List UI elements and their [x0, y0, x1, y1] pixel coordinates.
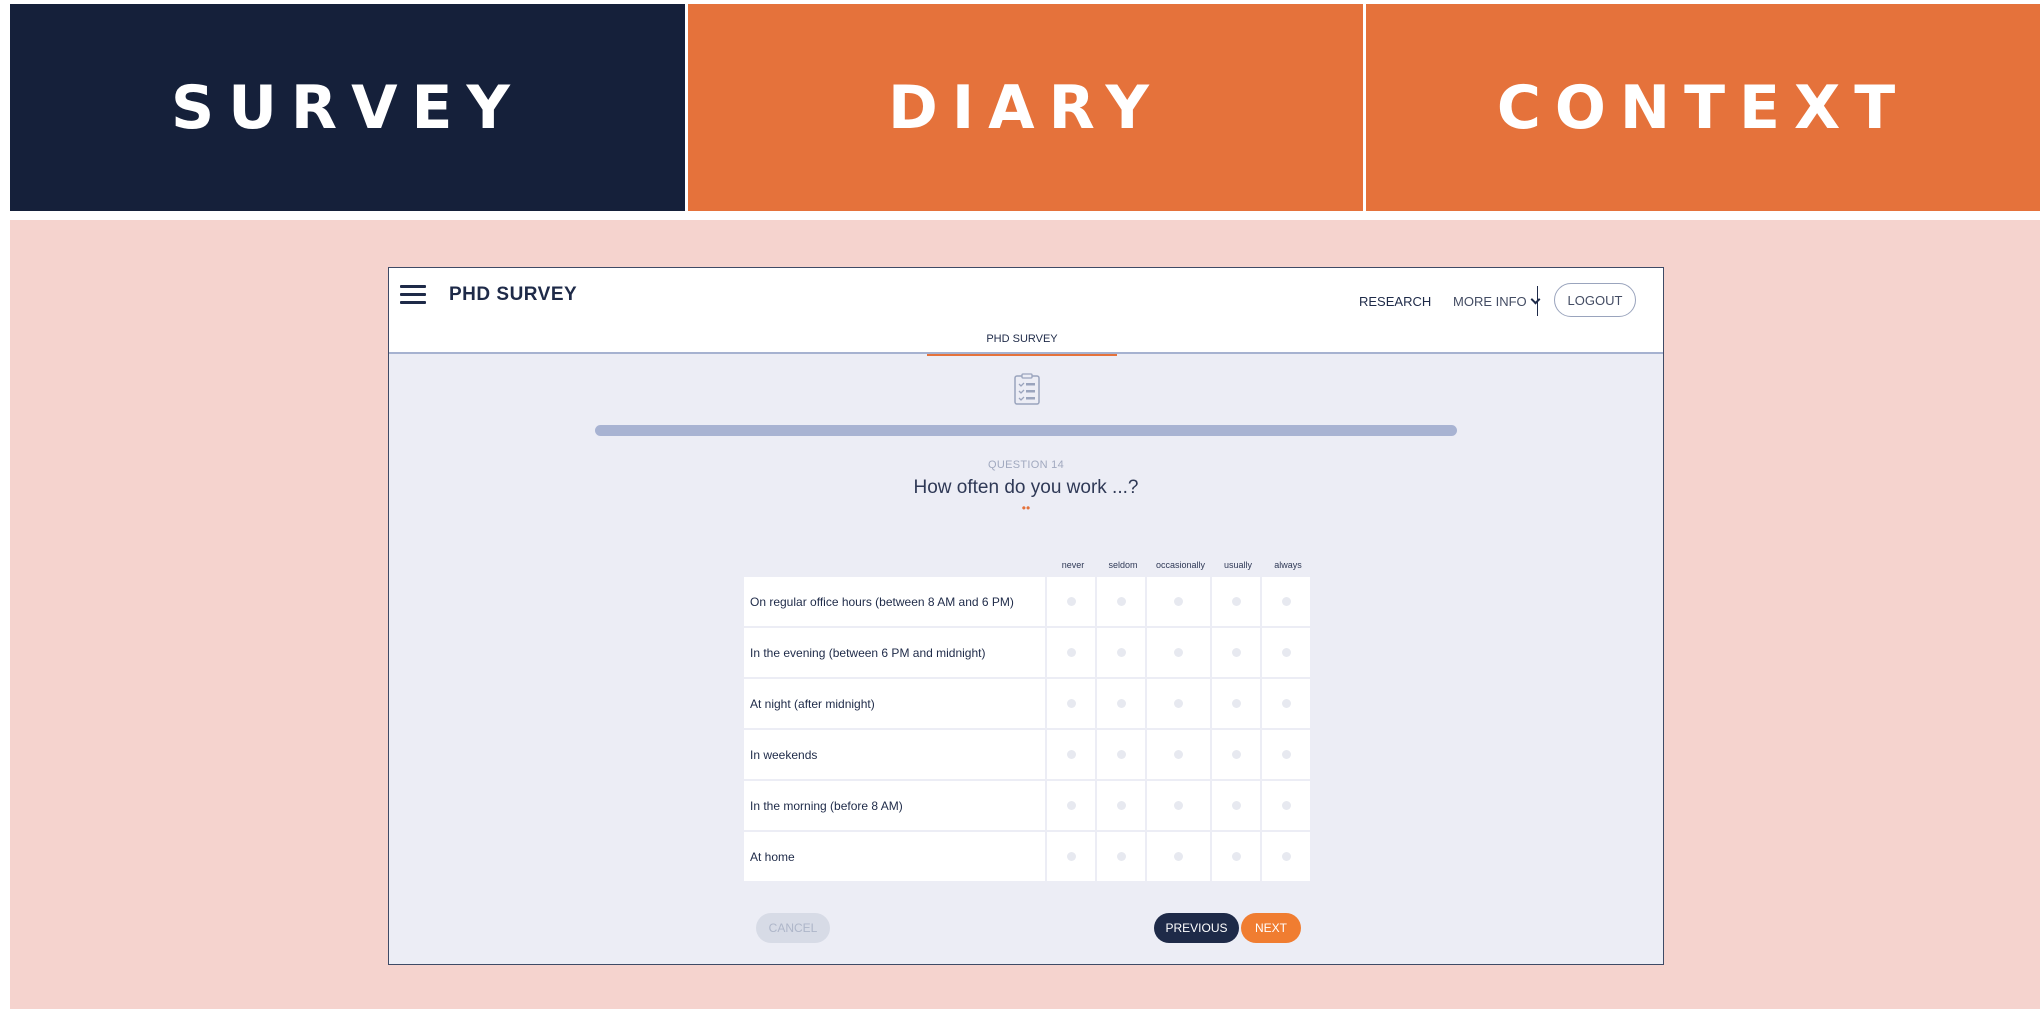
radio-button[interactable] — [1281, 699, 1291, 708]
question-text: How often do you work ...? — [913, 477, 1139, 498]
row-label: In weekends — [744, 730, 1045, 779]
radio-option-usually[interactable] — [1212, 577, 1260, 626]
radio-button[interactable] — [1281, 648, 1291, 657]
radio-option-never[interactable] — [1047, 577, 1095, 626]
table-row: In weekends — [744, 730, 1310, 779]
radio-button[interactable] — [1281, 852, 1291, 861]
tab-context[interactable]: CONTEXT — [1366, 4, 2040, 211]
question-indicator: •• — [1021, 501, 1031, 515]
scale-header-occasionally: occasionally — [1155, 560, 1206, 570]
radio-button[interactable] — [1281, 801, 1291, 810]
row-label: In the evening (between 6 PM and midnigh… — [744, 628, 1045, 677]
radio-option-occasionally[interactable] — [1147, 832, 1210, 881]
radio-button[interactable] — [1231, 648, 1241, 657]
radio-option-seldom[interactable] — [1097, 832, 1145, 881]
row-label: In the morning (before 8 AM) — [744, 781, 1045, 830]
radio-button[interactable] — [1174, 648, 1183, 657]
radio-option-always[interactable] — [1262, 577, 1310, 626]
row-label: On regular office hours (between 8 AM an… — [744, 577, 1045, 626]
radio-option-always[interactable] — [1262, 832, 1310, 881]
nav-more-info-dropdown[interactable]: MORE INFO — [1453, 294, 1541, 309]
radio-option-seldom[interactable] — [1097, 628, 1145, 677]
next-button[interactable]: NEXT — [1241, 913, 1301, 943]
tab-survey[interactable]: SURVEY — [10, 4, 685, 211]
radio-option-usually[interactable] — [1212, 781, 1260, 830]
tab-diary[interactable]: DIARY — [688, 4, 1363, 211]
radio-option-usually[interactable] — [1212, 628, 1260, 677]
radio-option-seldom[interactable] — [1097, 679, 1145, 728]
radio-button[interactable] — [1066, 648, 1076, 657]
radio-option-never[interactable] — [1047, 628, 1095, 677]
radio-button[interactable] — [1231, 750, 1241, 759]
radio-button[interactable] — [1174, 750, 1183, 759]
logout-button[interactable]: LOGOUT — [1554, 283, 1636, 317]
table-row: In the evening (between 6 PM and midnigh… — [744, 628, 1310, 677]
nav-research-link[interactable]: RESEARCH — [1359, 294, 1431, 309]
radio-button[interactable] — [1066, 597, 1076, 606]
radio-button[interactable] — [1116, 750, 1126, 759]
radio-option-never[interactable] — [1047, 781, 1095, 830]
radio-button[interactable] — [1116, 801, 1126, 810]
radio-option-seldom[interactable] — [1097, 781, 1145, 830]
radio-button[interactable] — [1174, 597, 1183, 606]
radio-button[interactable] — [1174, 852, 1183, 861]
radio-button[interactable] — [1066, 750, 1076, 759]
radio-option-seldom[interactable] — [1097, 577, 1145, 626]
radio-button[interactable] — [1116, 699, 1126, 708]
hamburger-menu-icon[interactable] — [400, 285, 426, 305]
radio-option-always[interactable] — [1262, 679, 1310, 728]
radio-button[interactable] — [1174, 801, 1183, 810]
radio-button[interactable] — [1231, 801, 1241, 810]
radio-option-never[interactable] — [1047, 730, 1095, 779]
scale-header-seldom: seldom — [1108, 560, 1138, 570]
radio-option-occasionally[interactable] — [1147, 679, 1210, 728]
scale-header-usually: usually — [1223, 560, 1252, 570]
radio-option-occasionally[interactable] — [1147, 781, 1210, 830]
chevron-down-icon — [1530, 294, 1541, 305]
radio-option-always[interactable] — [1262, 730, 1310, 779]
radio-option-occasionally[interactable] — [1147, 628, 1210, 677]
scale-header-always: always — [1274, 560, 1302, 570]
table-row: In the morning (before 8 AM) — [744, 781, 1310, 830]
previous-button[interactable]: PREVIOUS — [1154, 913, 1239, 943]
row-label: At night (after midnight) — [744, 679, 1045, 728]
radio-option-usually[interactable] — [1212, 832, 1260, 881]
radio-button[interactable] — [1066, 699, 1076, 708]
radio-button[interactable] — [1116, 852, 1126, 861]
radio-button[interactable] — [1116, 648, 1126, 657]
table-row: On regular office hours (between 8 AM an… — [744, 577, 1310, 626]
radio-button[interactable] — [1066, 852, 1076, 861]
radio-option-occasionally[interactable] — [1147, 730, 1210, 779]
radio-button[interactable] — [1281, 750, 1291, 759]
radio-option-seldom[interactable] — [1097, 730, 1145, 779]
radio-option-occasionally[interactable] — [1147, 577, 1210, 626]
radio-option-usually[interactable] — [1212, 730, 1260, 779]
radio-button[interactable] — [1231, 597, 1241, 606]
radio-button[interactable] — [1231, 852, 1241, 861]
radio-button[interactable] — [1281, 597, 1291, 606]
radio-option-never[interactable] — [1047, 832, 1095, 881]
survey-progress-bar — [595, 425, 1457, 436]
radio-option-usually[interactable] — [1212, 679, 1260, 728]
radio-option-always[interactable] — [1262, 628, 1310, 677]
app-title: PHD SURVEY — [449, 284, 578, 305]
question-number: QUESTION 14 — [987, 459, 1065, 471]
survey-app-window: PHD SURVEY RESEARCH MORE INFO LOGOUT PHD… — [388, 267, 1664, 965]
cancel-button[interactable]: CANCEL — [756, 913, 830, 943]
table-row: At home — [744, 832, 1310, 881]
radio-option-never[interactable] — [1047, 679, 1095, 728]
radio-button[interactable] — [1231, 699, 1241, 708]
nav-divider — [1537, 286, 1538, 316]
radio-button[interactable] — [1066, 801, 1076, 810]
radio-button[interactable] — [1116, 597, 1126, 606]
checklist-icon — [1014, 373, 1040, 405]
radio-button[interactable] — [1174, 699, 1183, 708]
table-row: At night (after midnight) — [744, 679, 1310, 728]
row-label: At home — [744, 832, 1045, 881]
scale-header-never: never — [1061, 560, 1085, 570]
radio-option-always[interactable] — [1262, 781, 1310, 830]
tab-phd-survey[interactable]: PHD SURVEY — [927, 326, 1117, 356]
more-info-label: MORE INFO — [1453, 294, 1527, 309]
app-header: PHD SURVEY RESEARCH MORE INFO LOGOUT PHD… — [389, 268, 1663, 356]
